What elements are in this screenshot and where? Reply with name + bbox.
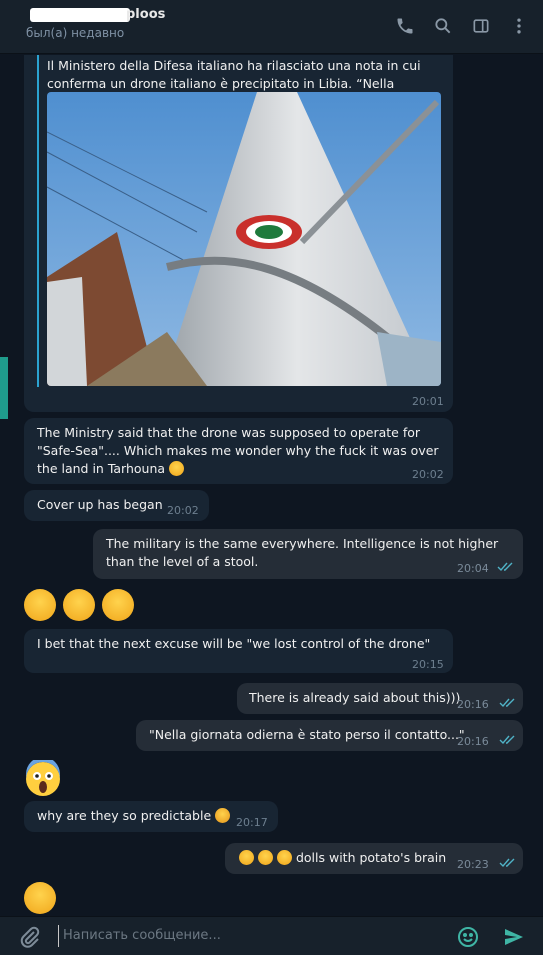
forwarded-message[interactable]: Il Ministero della Difesa italiano ha ri… (24, 55, 453, 412)
attach-icon[interactable] (18, 925, 42, 949)
read-ticks-icon (499, 735, 515, 745)
emoji-icon[interactable] (456, 925, 480, 949)
chat-status: был(а) недавно (26, 26, 125, 40)
read-ticks-icon (499, 858, 515, 868)
laughing-emoji (63, 589, 95, 621)
more-icon[interactable] (505, 12, 533, 40)
message-text: I bet that the next excuse will be "we l… (37, 636, 431, 651)
message-text: There is already said about this))) (249, 690, 461, 705)
message-incoming[interactable]: why are they so predictable 20:17 (24, 801, 278, 832)
chat-title[interactable]: ploos (26, 6, 176, 24)
laughing-emoji (239, 850, 254, 865)
message-text: dolls with potato's brain (295, 850, 447, 865)
scream-emoji[interactable] (24, 757, 62, 805)
message-time: 20:16 (457, 735, 489, 748)
message-outgoing[interactable]: "Nella giornata odierna è stato perso il… (136, 720, 523, 751)
message-text: why are they so predictable (37, 808, 212, 823)
message-text: Cover up has began (37, 497, 163, 512)
chat-history[interactable]: Il Ministero della Difesa italiano ha ri… (0, 55, 543, 915)
header-actions (391, 12, 533, 40)
message-input[interactable]: Написать сообщение... (58, 925, 438, 947)
read-ticks-icon (497, 562, 513, 572)
send-icon[interactable] (502, 925, 526, 949)
message-time: 20:23 (457, 858, 489, 871)
message-text: The Ministry said that the drone was sup… (37, 425, 439, 476)
laughing-emoji (24, 589, 56, 621)
quote-bar (37, 55, 39, 387)
laughing-emoji (276, 850, 292, 865)
message-time: 20:16 (457, 698, 489, 711)
message-incoming[interactable]: Cover up has began 20:02 (24, 490, 209, 521)
redacted-name (30, 8, 130, 22)
message-incoming[interactable]: The Ministry said that the drone was sup… (24, 418, 453, 484)
message-outgoing[interactable]: dolls with potato's brain 20:23 (225, 843, 523, 874)
chat-header: ploos был(а) недавно (0, 0, 543, 54)
laughing-emoji (102, 589, 134, 621)
message-time: 20:04 (457, 562, 489, 575)
search-icon[interactable] (429, 12, 457, 40)
message-time: 20:15 (412, 658, 444, 671)
message-time: 20:02 (412, 468, 444, 481)
laughing-emoji (257, 850, 273, 865)
message-time: 20:02 (167, 504, 199, 517)
sidebar-icon[interactable] (467, 12, 495, 40)
chat-title-block[interactable]: ploos был(а) недавно (26, 6, 176, 40)
message-composer: Написать сообщение... (0, 916, 543, 955)
weary-emoji (215, 808, 231, 823)
message-incoming[interactable]: I bet that the next excuse will be "we l… (24, 629, 453, 673)
laughing-emoji (169, 461, 185, 476)
laughing-emojis[interactable] (24, 589, 134, 621)
message-outgoing[interactable]: There is already said about this))) 20:1… (237, 683, 523, 714)
read-ticks-icon (499, 698, 515, 708)
phone-icon[interactable] (391, 12, 419, 40)
message-outgoing[interactable]: The military is the same everywhere. Int… (93, 529, 523, 579)
chat-title-suffix: ploos (126, 7, 166, 22)
message-text: "Nella giornata odierna è stato perso il… (149, 727, 465, 742)
side-accent (0, 357, 8, 419)
message-time: 20:17 (236, 816, 268, 829)
laughing-emoji (24, 882, 56, 914)
message-time: 20:01 (412, 395, 444, 408)
drone-photo[interactable] (47, 92, 441, 386)
message-text: The military is the same everywhere. Int… (106, 536, 499, 569)
